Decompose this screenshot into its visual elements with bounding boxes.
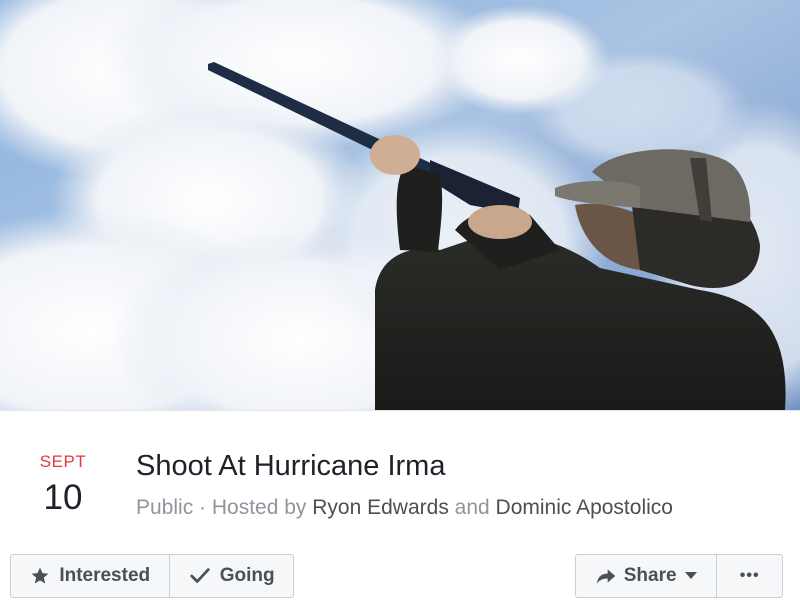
event-date-month: SEPT — [39, 452, 87, 471]
meta-separator: · — [193, 496, 212, 519]
rsvp-button-group: Interested Going — [10, 554, 294, 598]
cover-photo — [0, 0, 800, 410]
event-date: SEPT 10 — [28, 452, 98, 518]
more-options-button[interactable]: ••• — [716, 555, 782, 597]
interested-button[interactable]: Interested — [11, 555, 169, 597]
event-meta: Public · Hosted by Ryon Edwards and Domi… — [136, 494, 673, 522]
going-button[interactable]: Going — [169, 555, 293, 597]
share-label: Share — [623, 565, 677, 586]
hosted-by-label: Hosted by — [211, 496, 313, 519]
star-icon — [31, 567, 49, 584]
caret-down-icon — [684, 572, 697, 579]
checkmark-icon — [190, 568, 210, 583]
share-button[interactable]: Share — [576, 555, 716, 597]
interested-label: Interested — [59, 565, 151, 586]
cover-divider — [0, 410, 800, 411]
share-arrow-icon — [596, 569, 615, 584]
event-privacy: Public — [136, 496, 194, 519]
host-link-dominic-apostolico[interactable]: Dominic Apostolico — [496, 496, 673, 519]
event-date-day: 10 — [43, 478, 83, 517]
host-link-ryon-edwards[interactable]: Ryon Edwards — [312, 496, 449, 519]
going-label: Going — [219, 565, 275, 586]
host-conjunction: and — [448, 496, 496, 519]
cover-photo-image — [0, 0, 800, 410]
event-title: Shoot At Hurricane Irma — [136, 450, 446, 482]
more-options-icon: ••• — [739, 567, 760, 584]
share-button-group: Share ••• — [575, 554, 783, 598]
